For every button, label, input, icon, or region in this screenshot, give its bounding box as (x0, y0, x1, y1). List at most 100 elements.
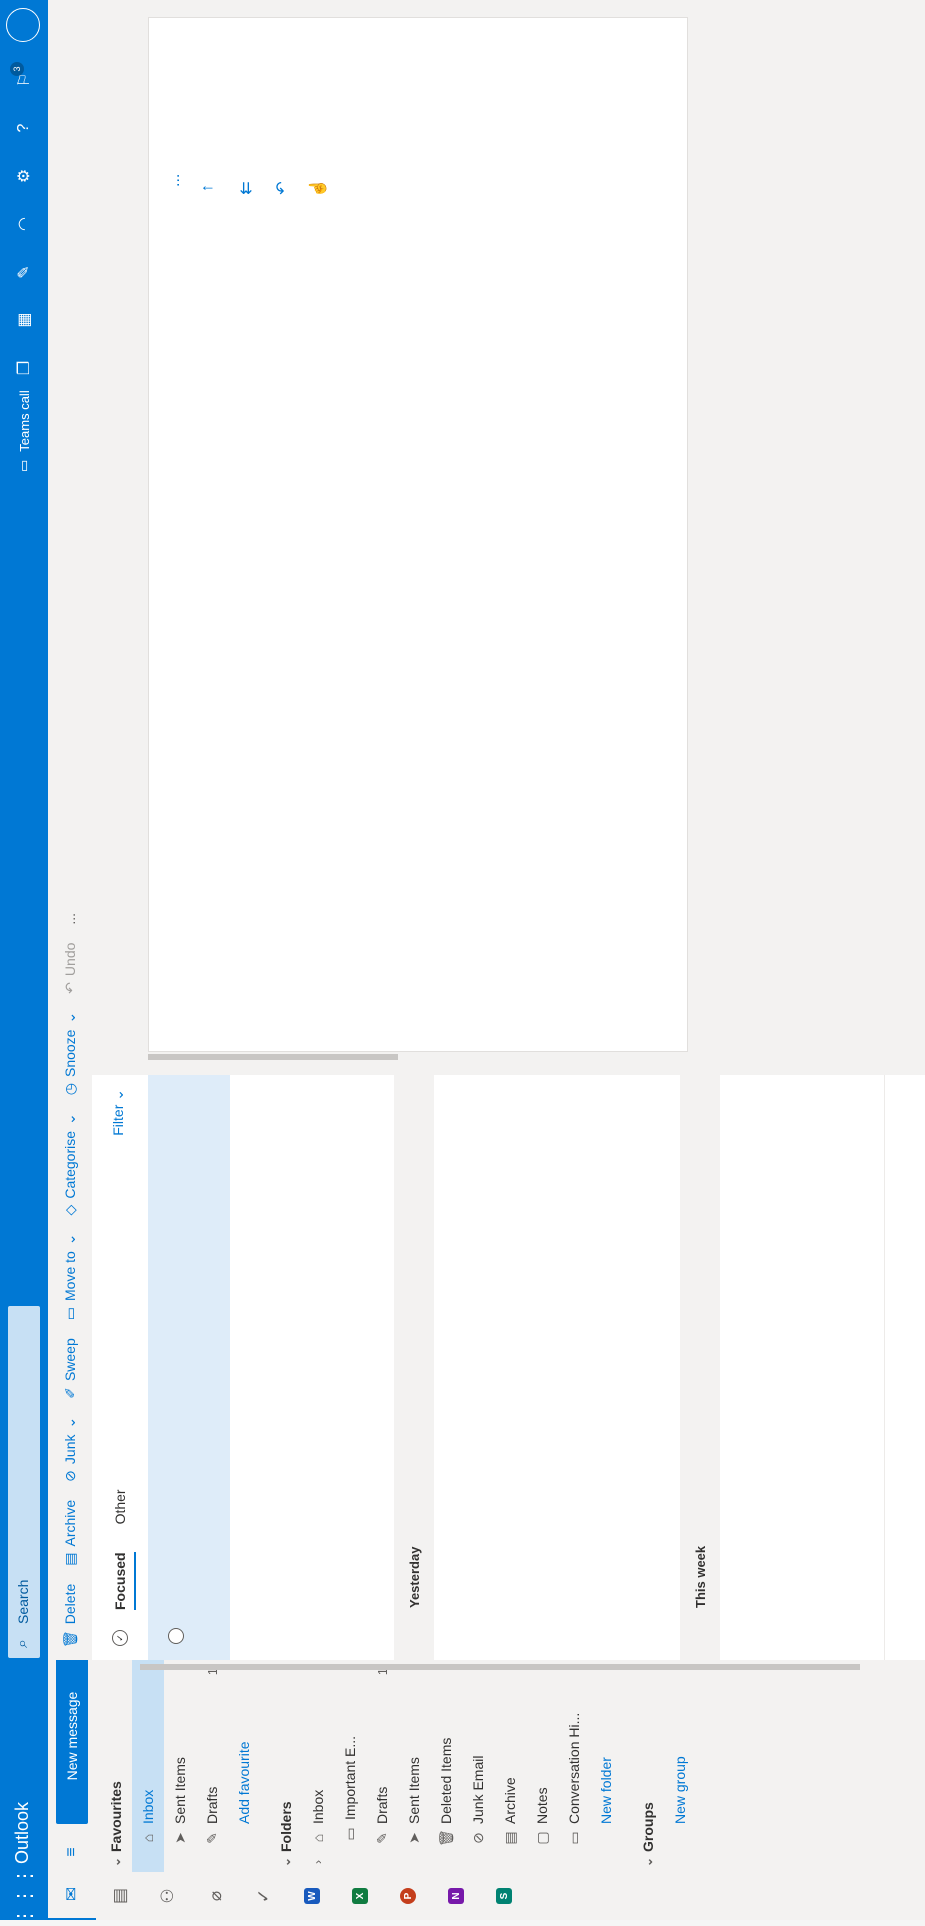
teams-call-button[interactable]: ▭ Teams call (0, 390, 48, 472)
chevron-down-icon: ⌄ (279, 1856, 293, 1868)
folder-item-conversation[interactable]: ▭ Conversation Hi... (558, 1660, 590, 1872)
gear-icon[interactable]: ⚙ (0, 156, 48, 196)
delete-button[interactable]: 🗑 Delete (62, 1584, 79, 1648)
select-all-checkbox[interactable]: ✓ (112, 1630, 128, 1646)
archive-button[interactable]: ▤ Archive (62, 1500, 79, 1566)
list-header: ✓ Focused Other Filter ⌄ (92, 1075, 148, 1660)
tab-other[interactable]: Other (92, 1481, 148, 1532)
notification-badge: 3 (10, 62, 24, 76)
video-icon: ▭ (16, 459, 31, 472)
avatar[interactable] (6, 8, 40, 42)
undo-button[interactable]: ↶ Undo (62, 943, 79, 994)
list-scrollbar[interactable] (148, 1054, 398, 1060)
megaphone-icon[interactable]: ⚐ 3 (0, 60, 48, 100)
filter-button[interactable]: Filter ⌄ (110, 1089, 127, 1136)
add-favourite-link[interactable]: Add favourite (228, 1660, 260, 1872)
collapse-pane-icon[interactable]: ≡ (56, 1832, 88, 1872)
message-row[interactable] (230, 1075, 313, 1660)
folder-item-sent[interactable]: ➤ Sent Items (398, 1660, 430, 1872)
folder-item-archive[interactable]: ▤ Archive (494, 1660, 526, 1872)
broom-icon: ✐ (61, 1387, 78, 1399)
folder-item-drafts[interactable]: ✎ Drafts 1 (366, 1660, 398, 1872)
block-icon: ⊘ (61, 1470, 78, 1482)
people-icon[interactable]: ⚇ (144, 1872, 192, 1920)
message-row[interactable] (148, 1075, 231, 1660)
folder-move-icon: ▭ (61, 1307, 78, 1321)
folder-item-inbox[interactable]: › ⌂ Inbox (302, 1660, 334, 1872)
sweep-button[interactable]: ✐ Sweep (62, 1338, 79, 1399)
folder-scrollbar[interactable] (140, 1664, 860, 1670)
app-launcher-icon[interactable]: ⋮⋮⋮ (0, 1866, 48, 1926)
inbox-icon: ⌂ (310, 1833, 326, 1843)
favourites-header[interactable]: ⌄ Favourites (100, 1660, 132, 1872)
calendar-icon[interactable]: ▤ (96, 1872, 144, 1920)
folder-item-junk[interactable]: ⊘ Junk Email (462, 1660, 494, 1872)
archive-icon: ▤ (501, 1831, 518, 1845)
brand-title[interactable]: Outlook (12, 1802, 33, 1864)
search-input[interactable]: Search (15, 1580, 31, 1624)
help-icon[interactable]: ? (0, 108, 48, 148)
favourite-item-inbox[interactable]: ⌂ Inbox (132, 1660, 164, 1872)
message-row[interactable] (434, 1075, 517, 1660)
paperclip-icon[interactable]: ⌀ (192, 1872, 240, 1920)
folder-pane: ≡ New message ⌄ Favourites ⌂ Inbox ➤ Sen… (48, 1648, 925, 1872)
reading-pane (148, 17, 688, 1052)
archive-icon: ▤ (61, 1552, 78, 1566)
folders-header[interactable]: ⌄ Folders (270, 1660, 302, 1872)
bell-icon[interactable]: ◠ (0, 204, 48, 244)
compose-icon[interactable]: ✎ (0, 252, 48, 292)
folder-item-important[interactable]: ▭ Important E... (334, 1636, 366, 1872)
calendar-header-icon[interactable]: ▦ (0, 300, 48, 340)
pencil-icon: ✎ (203, 1832, 220, 1844)
message-row[interactable] (516, 1075, 599, 1660)
command-bar: 🗑 Delete ▤ Archive ⊘ Junk ⌄ ✐ Sweep ▭ Move to ⌄… (48, 0, 92, 1660)
search-icon: ⌕ (14, 1639, 31, 1648)
search-box[interactable]: ⌕ Search (8, 1306, 40, 1658)
reply-all-icon[interactable]: ⇇ (234, 176, 258, 200)
groups-header[interactable]: ⌄ Groups (632, 1660, 664, 1872)
reply-icon[interactable]: ↶ (270, 176, 294, 200)
undo-icon: ↶ (61, 982, 78, 994)
chevron-down-icon: ⌄ (61, 1416, 78, 1429)
message-list: ✓ Focused Other Filter ⌄ Yesterday This … (92, 1075, 925, 1660)
emoji-icon[interactable]: ☝ (306, 176, 330, 200)
tab-focused[interactable]: Focused (92, 1544, 148, 1618)
snooze-button[interactable]: ◷ Snooze ⌄ (62, 1012, 79, 1095)
folder-item-deleted[interactable]: 🗑 Deleted Items (430, 1660, 462, 1872)
block-icon: ⊘ (469, 1832, 486, 1844)
more-commands-button[interactable]: ... (62, 913, 78, 925)
move-to-button[interactable]: ▭ Move to ⌄ (62, 1233, 79, 1320)
note-icon: ▢ (533, 1831, 550, 1845)
message-row[interactable] (720, 1075, 803, 1660)
message-row[interactable] (802, 1075, 885, 1660)
top-header: ⋮⋮⋮ Outlook ⌕ Search ▭ Teams call ❐ ▦ ✎ … (0, 0, 48, 1926)
new-group-link[interactable]: New group (664, 1660, 696, 1872)
categorise-button[interactable]: ◇ Categorise ⌄ (62, 1113, 79, 1215)
pencil-icon: ✎ (373, 1832, 390, 1844)
todo-icon[interactable]: ✓ (240, 1872, 288, 1920)
folder-icon: ▭ (565, 1831, 582, 1845)
new-message-button[interactable]: New message (56, 1648, 88, 1824)
message-row[interactable] (598, 1075, 681, 1660)
junk-button[interactable]: ⊘ Junk ⌄ (62, 1417, 79, 1482)
sway-icon[interactable]: S (480, 1872, 528, 1920)
folder-item-notes[interactable]: ▢ Notes (526, 1660, 558, 1872)
favourite-item-sent[interactable]: ➤ Sent Items (164, 1660, 196, 1872)
onenote-feed-icon[interactable]: ❐ (0, 348, 48, 388)
favourite-item-drafts[interactable]: ✎ Drafts 1 (196, 1660, 228, 1872)
excel-icon[interactable]: X (336, 1872, 384, 1920)
inbox-icon: ⌂ (140, 1833, 156, 1843)
new-folder-link[interactable]: New folder (590, 1660, 622, 1872)
powerpoint-icon[interactable]: P (384, 1872, 432, 1920)
message-row[interactable] (312, 1075, 395, 1660)
folder-icon: ▭ (341, 1827, 358, 1841)
clock-icon: ◷ (61, 1083, 78, 1096)
word-icon[interactable]: W (288, 1872, 336, 1920)
row-select-radio[interactable] (168, 1628, 184, 1644)
app-rail: ✉ ▤ ⚇ ⌀ ✓ W X P N S (48, 1870, 925, 1920)
mail-icon[interactable]: ✉ (48, 1870, 96, 1920)
tag-icon: ◇ (61, 1204, 78, 1216)
forward-icon[interactable]: ↑ (196, 176, 220, 200)
onenote-icon[interactable]: N (432, 1872, 480, 1920)
chevron-down-icon: ⌄ (109, 1856, 123, 1868)
